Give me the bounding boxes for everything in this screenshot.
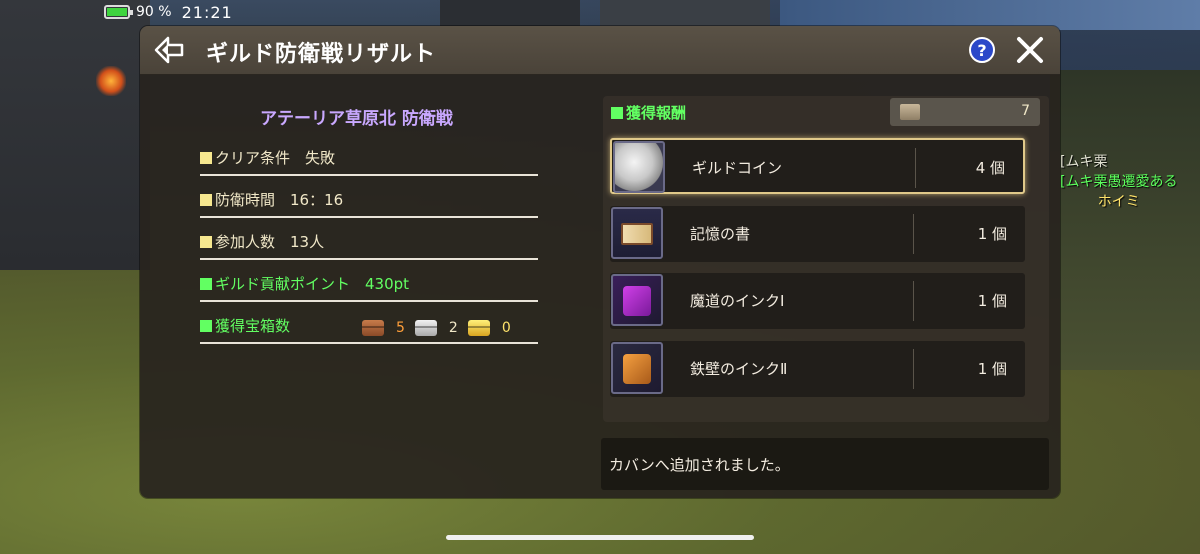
stat-row-participants: 参加人数 13人 — [200, 224, 538, 260]
chat-line: [ムキ栗愚遷愛ある — [1060, 174, 1178, 190]
reward-item-name: 記憶の書 — [690, 225, 751, 243]
divider — [915, 148, 916, 188]
reward-item-name: ギルドコイン — [692, 159, 783, 177]
stat-text: 防衛時間 16：16 — [215, 191, 344, 209]
background-castle-wall — [0, 0, 150, 270]
bronze-chest-icon — [362, 320, 384, 336]
back-arrow-icon — [154, 36, 184, 64]
battery-level — [107, 8, 127, 16]
reward-item-name: 魔道のインクⅠ — [690, 292, 785, 310]
message-box: カバンへ追加されました。 — [601, 438, 1049, 490]
background-torch — [96, 66, 126, 96]
reward-item[interactable]: 記憶の書 1 個 — [610, 206, 1025, 262]
close-button[interactable] — [1014, 34, 1046, 66]
stat-text: ギルド貢献ポイント 430pt — [215, 275, 410, 293]
stat-row-clear: クリア条件 失敗 — [200, 140, 538, 176]
reward-item-qty: 1 個 — [977, 225, 1007, 243]
stat-row-guild-points: ギルド貢献ポイント 430pt — [200, 266, 538, 302]
bullet-icon — [200, 194, 212, 206]
chat-line: [ムキ栗 — [1060, 154, 1108, 170]
stage-name: アテーリア草原北 防衛戦 — [260, 109, 453, 129]
status-bar: 90 % 21:21 — [104, 2, 233, 22]
divider — [913, 281, 914, 321]
bullet-icon — [200, 236, 212, 248]
reward-header-text: 獲得報酬 — [626, 104, 687, 122]
reward-header: 獲得報酬 — [611, 102, 686, 123]
guild-defense-result-panel: ギルド防衛戦リザルト ? アテーリア草原北 防衛戦 クリア条件 失敗 防衛時間 … — [140, 26, 1060, 498]
bullet-icon — [200, 320, 212, 332]
stat-text: 参加人数 13人 — [215, 233, 325, 251]
chest-counts: 5 2 0 — [362, 320, 521, 336]
battery-percent: 90 % — [136, 4, 172, 20]
gold-chest-icon — [467, 320, 490, 336]
stat-text: クリア条件 失敗 — [215, 149, 336, 167]
message-text: カバンへ追加されました。 — [609, 456, 790, 474]
reward-item[interactable]: 魔道のインクⅠ 1 個 — [610, 273, 1025, 329]
item-box-icon — [900, 104, 920, 120]
guild-coin-icon — [613, 141, 665, 193]
help-icon: ? — [977, 40, 987, 60]
page-title: ギルド防衛戦リザルト — [206, 42, 437, 67]
divider — [913, 214, 914, 254]
reward-total-count: 7 — [1021, 103, 1030, 119]
background-chat: [ムキ栗 [ムキ栗愚遷愛ある ホイミ — [1060, 152, 1177, 212]
ink-icon — [611, 274, 663, 326]
bullet-icon — [200, 152, 212, 164]
close-icon — [1017, 37, 1043, 63]
chat-line: ホイミ — [1097, 194, 1140, 210]
reward-item-qty: 1 個 — [977, 360, 1007, 378]
battery-icon — [104, 5, 133, 19]
bullet-icon — [611, 107, 623, 119]
stat-label: ギルド貢献ポイント 430pt — [200, 273, 409, 294]
gold-chest-count: 0 — [501, 320, 511, 336]
reward-item-name: 鉄壁のインクⅡ — [690, 360, 788, 378]
reward-total: 7 — [890, 98, 1040, 126]
clock: 21:21 — [181, 2, 233, 22]
back-button[interactable] — [152, 34, 186, 66]
stat-label: 参加人数 13人 — [200, 231, 324, 252]
ink-icon — [611, 342, 663, 394]
reward-item-qty: 4 個 — [975, 159, 1005, 177]
background-hill — [1050, 70, 1200, 370]
stat-text: 獲得宝箱数 — [215, 317, 291, 335]
stat-label: 防衛時間 16：16 — [200, 189, 343, 210]
bronze-chest-count: 5 — [396, 320, 405, 336]
stat-label: 獲得宝箱数 — [200, 315, 290, 336]
reward-item[interactable]: ギルドコイン 4 個 — [610, 138, 1025, 194]
silver-chest-icon — [414, 320, 437, 336]
bullet-icon — [200, 278, 212, 290]
home-indicator[interactable] — [446, 535, 754, 540]
help-button[interactable]: ? — [969, 37, 995, 63]
stat-label: クリア条件 失敗 — [200, 147, 335, 168]
stat-row-chests: 獲得宝箱数 5 2 0 — [200, 308, 538, 344]
reward-item-qty: 1 個 — [977, 292, 1007, 310]
panel-header: ギルド防衛戦リザルト ? — [140, 26, 1060, 75]
divider — [913, 349, 914, 389]
reward-item[interactable]: 鉄壁のインクⅡ 1 個 — [610, 341, 1025, 397]
stat-row-defense-time: 防衛時間 16：16 — [200, 182, 538, 218]
book-icon — [611, 207, 663, 259]
silver-chest-count: 2 — [448, 320, 458, 336]
